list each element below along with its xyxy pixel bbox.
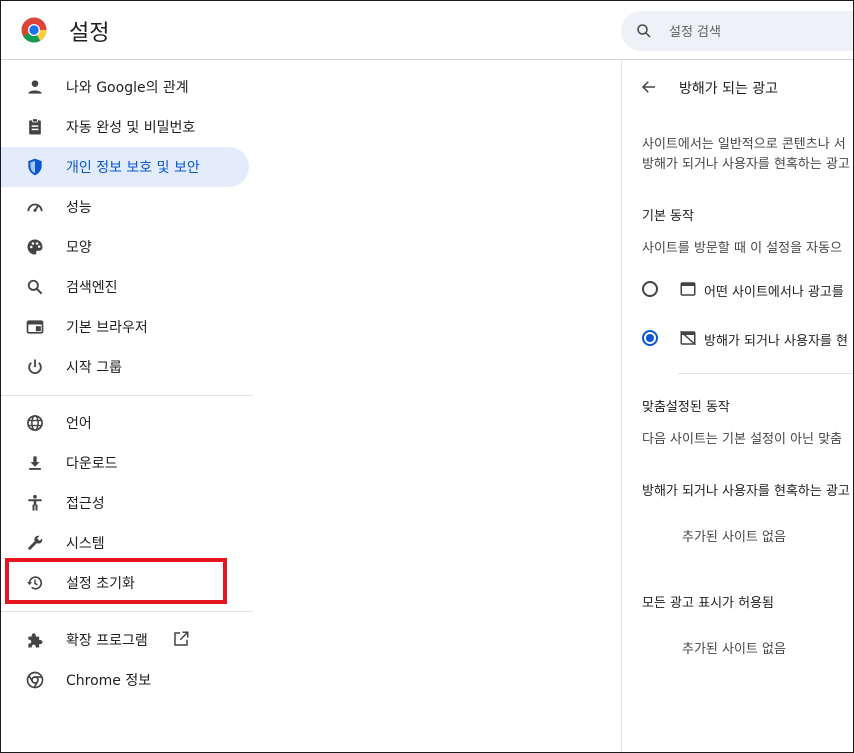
palette-icon bbox=[27, 239, 43, 255]
sidebar-item-on-startup[interactable]: 시작 그룹 bbox=[1, 347, 249, 387]
option-allow-all-ads-label[interactable]: 어떤 사이트에서나 광고를 bbox=[704, 281, 844, 300]
accessibility-icon bbox=[28, 494, 42, 511]
sidebar-item-label: 시작 그룹 bbox=[66, 360, 122, 376]
description-line: 사이트에서는 일반적으로 콘텐츠나 서 bbox=[642, 137, 846, 152]
page-title: 설정 bbox=[69, 21, 110, 46]
sidebar-item-label: 기본 브라우저 bbox=[66, 320, 148, 336]
ads-blocked-icon bbox=[679, 330, 697, 346]
sidebar-item-label: Chrome 정보 bbox=[66, 673, 152, 689]
empty-list-text: 추가된 사이트 없음 bbox=[682, 642, 786, 657]
search-box[interactable] bbox=[621, 11, 853, 51]
settings-window: 설정 나와 Google의 관계 자동 완성 및 비밀번호 bbox=[0, 0, 854, 753]
sidebar-item-label: 성능 bbox=[66, 200, 92, 216]
description-line: 방해가 되거나 사용자를 현혹하는 광고 bbox=[642, 157, 850, 172]
sidebar-item-you-and-google[interactable]: 나와 Google의 관계 bbox=[1, 67, 249, 107]
sidebar: 나와 Google의 관계 자동 완성 및 비밀번호 개인 정보 보호 및 보안 bbox=[1, 60, 253, 752]
search-icon bbox=[637, 24, 651, 38]
sidebar-item-downloads[interactable]: 다운로드 bbox=[1, 443, 249, 483]
chrome-logo-icon bbox=[21, 17, 47, 43]
sidebar-item-label: 자동 완성 및 비밀번호 bbox=[66, 120, 196, 136]
sidebar-item-system[interactable]: 시스템 bbox=[1, 523, 249, 563]
option-block-intrusive-ads-label[interactable]: 방해가 되거나 사용자를 현 bbox=[704, 330, 848, 349]
sidebar-item-label: 다운로드 bbox=[66, 456, 118, 472]
sidebar-item-label: 접근성 bbox=[66, 496, 105, 512]
globe-icon bbox=[27, 415, 43, 431]
sidebar-item-performance[interactable]: 성능 bbox=[1, 187, 249, 227]
custom-behavior-desc: 다음 사이트는 기본 설정이 아닌 맞춤 bbox=[642, 432, 843, 447]
sidebar-item-label: 확장 프로그램 bbox=[66, 633, 148, 649]
open-in-new-icon bbox=[174, 631, 189, 646]
speedometer-icon bbox=[27, 203, 43, 212]
power-icon bbox=[28, 359, 42, 374]
shield-icon bbox=[28, 158, 42, 176]
sidebar-item-label: 시스템 bbox=[66, 536, 105, 552]
blocked-list-label: 방해가 되거나 사용자를 현혹하는 광고 bbox=[642, 484, 850, 499]
main-panel: 방해가 되는 광고 사이트에서는 일반적으로 콘텐츠나 서 방해가 되거나 사용… bbox=[622, 60, 853, 752]
sidebar-item-label: 언어 bbox=[66, 416, 92, 432]
default-behavior-desc: 사이트를 방문할 때 이 설정을 자동으 bbox=[642, 241, 843, 256]
sidebar-item-about-chrome[interactable]: Chrome 정보 bbox=[1, 660, 249, 700]
sidebar-item-label: 검색엔진 bbox=[66, 280, 118, 296]
sidebar-item-appearance[interactable]: 모양 bbox=[1, 227, 249, 267]
sidebar-item-default-browser[interactable]: 기본 브라우저 bbox=[1, 307, 249, 347]
highlight-box bbox=[5, 558, 227, 604]
wrench-icon bbox=[27, 535, 43, 551]
person-icon bbox=[28, 80, 42, 94]
search-input[interactable] bbox=[667, 20, 851, 44]
chrome-icon bbox=[26, 671, 44, 689]
sidebar-item-languages[interactable]: 언어 bbox=[1, 403, 249, 443]
radio-block-intrusive-ads[interactable] bbox=[642, 330, 658, 346]
empty-list-text: 추가된 사이트 없음 bbox=[682, 530, 786, 545]
clipboard-icon bbox=[29, 118, 41, 135]
back-arrow-icon[interactable] bbox=[640, 78, 658, 96]
sidebar-item-label: 개인 정보 보호 및 보안 bbox=[66, 160, 200, 176]
window-icon bbox=[680, 282, 696, 296]
header: 설정 bbox=[1, 1, 853, 60]
sidebar-item-label: 모양 bbox=[66, 240, 92, 256]
browser-window-icon bbox=[26, 320, 44, 334]
sidebar-divider bbox=[1, 395, 253, 396]
sidebar-item-privacy-security[interactable]: 개인 정보 보호 및 보안 bbox=[1, 147, 249, 187]
panel-title: 방해가 되는 광고 bbox=[679, 81, 779, 97]
sidebar-item-accessibility[interactable]: 접근성 bbox=[1, 483, 249, 523]
sidebar-divider bbox=[1, 611, 253, 612]
custom-behavior-heading: 맞춤설정된 동작 bbox=[642, 400, 730, 415]
sidebar-item-search-engine[interactable]: 검색엔진 bbox=[1, 267, 249, 307]
sidebar-item-label: 나와 Google의 관계 bbox=[66, 80, 189, 96]
allowed-list-label: 모든 광고 표시가 허용됨 bbox=[642, 596, 774, 611]
search-icon bbox=[27, 279, 43, 295]
radio-allow-all-ads[interactable] bbox=[642, 281, 658, 297]
sidebar-item-extensions[interactable]: 확장 프로그램 bbox=[1, 620, 249, 660]
download-icon bbox=[29, 456, 41, 470]
puzzle-icon bbox=[28, 633, 43, 648]
sidebar-item-autofill[interactable]: 자동 완성 및 비밀번호 bbox=[1, 107, 249, 147]
option-divider bbox=[678, 373, 853, 374]
default-behavior-heading: 기본 동작 bbox=[642, 209, 694, 224]
